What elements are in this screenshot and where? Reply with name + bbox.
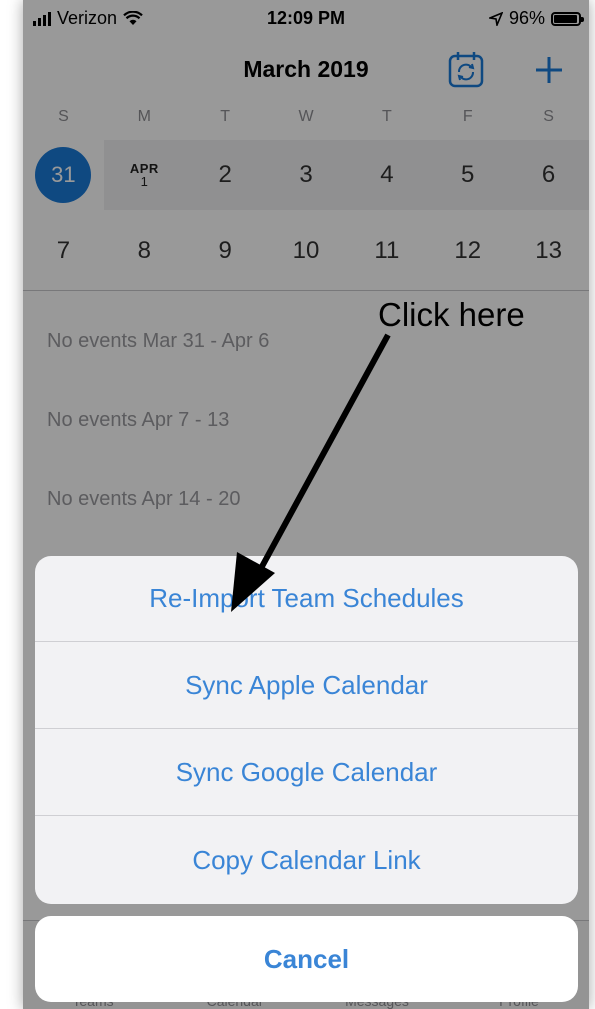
sync-apple-calendar-option[interactable]: Sync Apple Calendar	[35, 643, 578, 729]
reimport-team-schedules-option[interactable]: Re-Import Team Schedules	[35, 556, 578, 642]
screenshot-frame: Verizon 12:09 PM 96% March 2019 S M T W …	[0, 0, 595, 1009]
action-sheet: Re-Import Team Schedules Sync Apple Cale…	[35, 556, 578, 904]
copy-calendar-link-option[interactable]: Copy Calendar Link	[35, 817, 578, 903]
cancel-button[interactable]: Cancel	[35, 916, 578, 1002]
annotation-label: Click here	[378, 296, 525, 333]
sync-google-calendar-option[interactable]: Sync Google Calendar	[35, 730, 578, 816]
phone-screen: Verizon 12:09 PM 96% March 2019 S M T W …	[23, 0, 589, 1009]
